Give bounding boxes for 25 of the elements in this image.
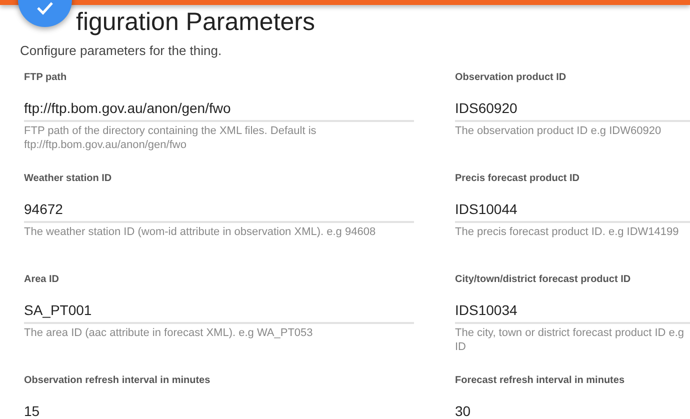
input-field[interactable]: 30 <box>455 395 690 419</box>
field-label: Weather station ID <box>24 173 112 186</box>
input-field[interactable]: IDS60920 <box>455 92 690 122</box>
input-field[interactable]: 94672 <box>24 193 414 223</box>
page-subtitle: Configure parameters for the thing. <box>20 43 223 58</box>
field-label: Observation product ID <box>455 72 566 85</box>
field-label: Area ID <box>24 274 60 287</box>
field-help-text: The weather station ID (wom-id attribute in observation XML). e.g 94608 <box>24 225 377 239</box>
input-field[interactable]: IDS10044 <box>455 193 690 223</box>
field-label: Forecast refresh interval in minutes <box>455 375 625 388</box>
input-field[interactable]: SA_PT001 <box>24 294 414 324</box>
checkmark-icon <box>36 1 54 15</box>
input-field[interactable]: 15 <box>24 395 414 419</box>
field-help-text: FTP path of the directory containing the XML files. Default is ftp://ftp.bom.gov.au/anon/gen/fwo <box>24 124 318 152</box>
field-help-text: The observation product ID e.g IDW60920 <box>455 124 662 138</box>
field-label: City/town/district forecast product ID <box>455 274 631 287</box>
field-help-text: The city, town or district forecast product ID e.g ID <box>455 326 686 354</box>
input-field[interactable]: ftp://ftp.bom.gov.au/anon/gen/fwo <box>24 92 414 122</box>
page-title: figuration Parameters <box>76 7 316 37</box>
input-field[interactable]: IDS10034 <box>455 294 690 324</box>
field-help-text: The precis forecast product ID. e.g IDW14199 <box>455 225 680 239</box>
field-label: Observation refresh interval in minutes <box>24 375 210 388</box>
field-label: Precis forecast product ID <box>455 173 580 186</box>
field-label: FTP path <box>24 72 67 85</box>
field-help-text: The area ID (aac attribute in forecast XML). e.g WA_PT053 <box>24 326 314 340</box>
